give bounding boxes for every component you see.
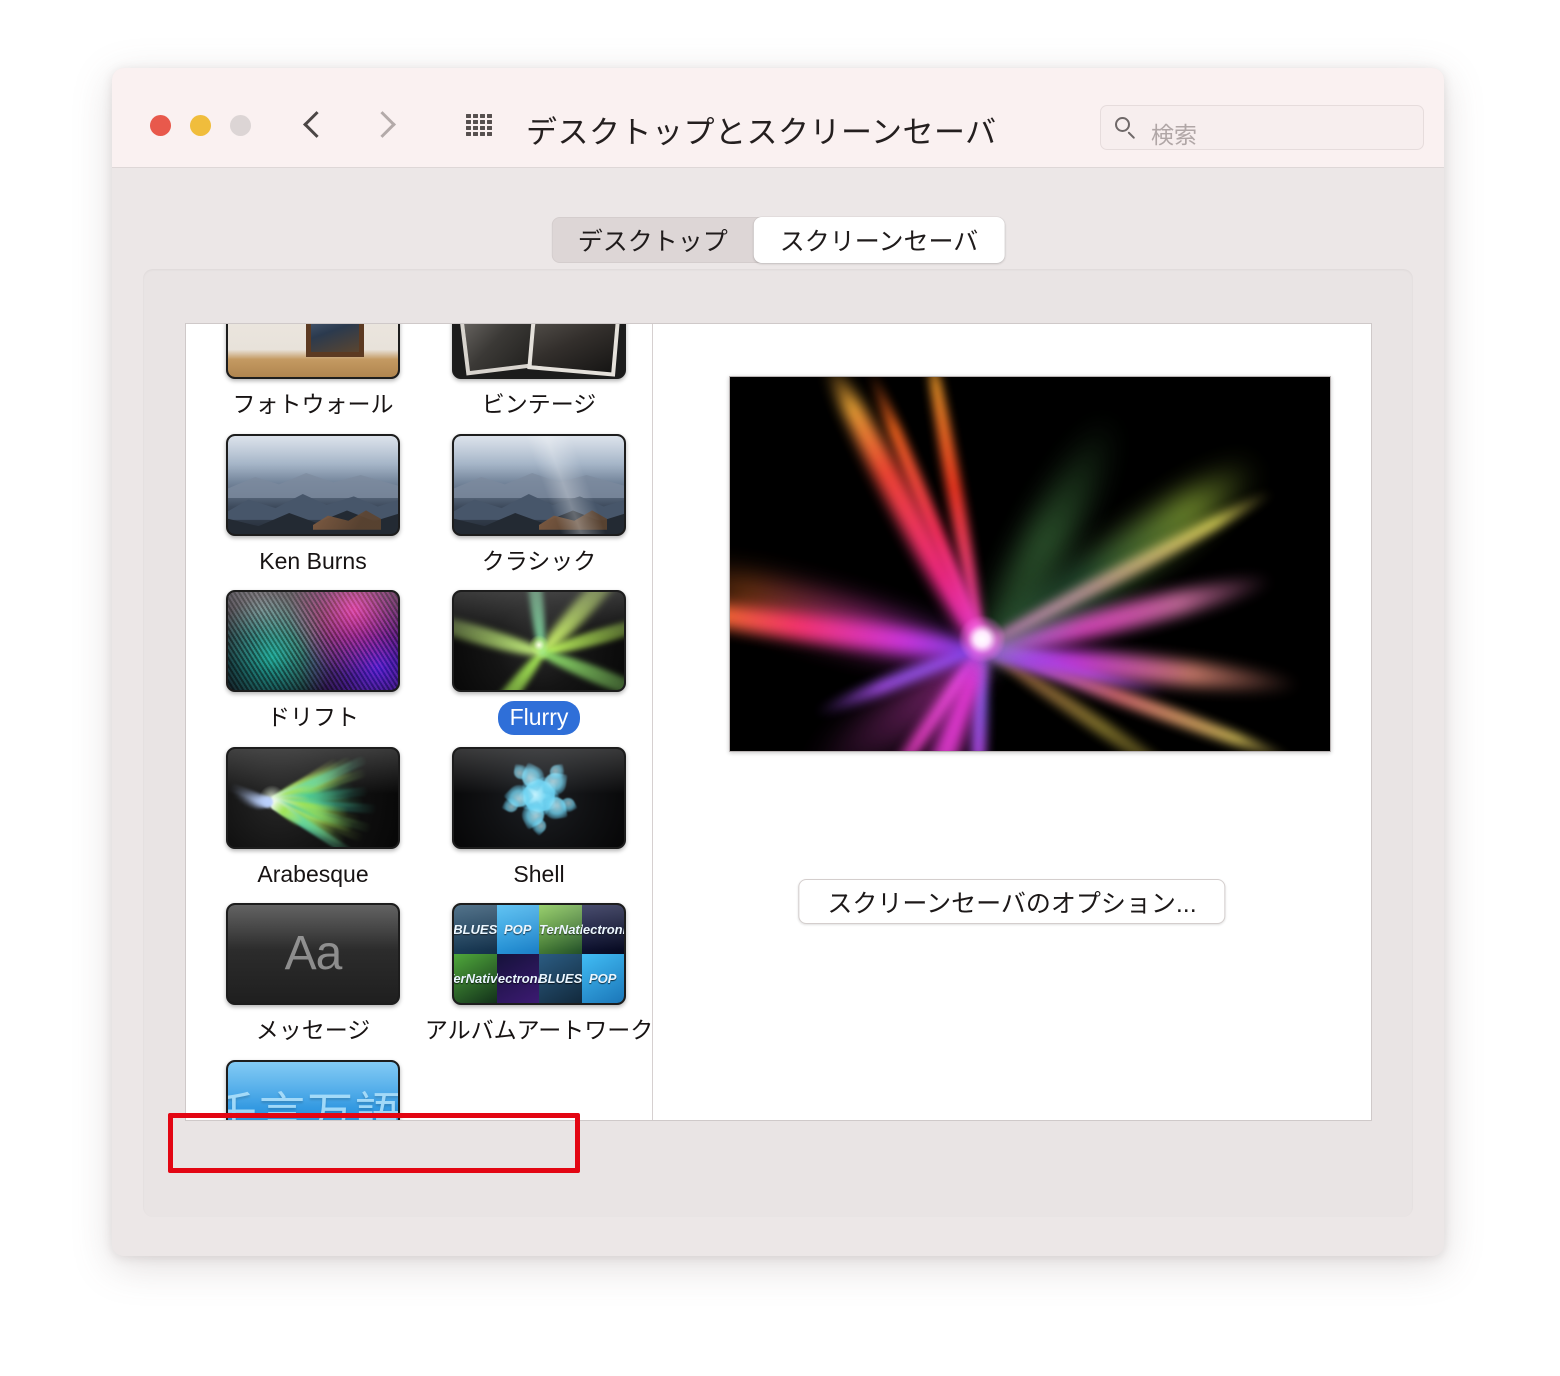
thumbnail[interactable] xyxy=(452,324,626,379)
screensaver-label: フォトウォール xyxy=(232,391,394,417)
window-body: デスクトップ スクリーンセーバ フォトウォール ビンテージ Ken Burns … xyxy=(112,168,1444,1256)
thumbnail[interactable]: BLUES POP ALTerNative electronic TerNati… xyxy=(452,903,626,1006)
thumbnail-text: Aa xyxy=(284,927,343,981)
system-preferences-window: デスクトップとスクリーンセーバ 検索 デスクトップ スクリーンセーバ フォトウォ… xyxy=(112,68,1444,1256)
checkbox-group: 時計と一緒に表示 ランダムなスクリーンセーバを使用 xyxy=(636,1253,1078,1256)
album-tile: TerNative xyxy=(454,954,497,1004)
album-tile: POP xyxy=(581,954,624,1004)
thumbnail[interactable] xyxy=(452,433,626,536)
grid-dot xyxy=(473,132,478,136)
grid-dot xyxy=(473,120,478,124)
album-tile: ALTerNative xyxy=(539,905,582,955)
grid-dot xyxy=(466,132,471,136)
screensaver-item-arabesque[interactable]: Arabesque xyxy=(200,739,426,892)
grid-dot xyxy=(466,120,471,124)
album-tile: electronic xyxy=(496,954,539,1004)
screensaver-label-selected: Flurry xyxy=(497,701,581,735)
grid-dot xyxy=(466,126,471,130)
bottom-controls: 開始までの時間: 20分 時計と一緒に表示 xyxy=(112,1217,1444,1256)
close-button[interactable] xyxy=(150,115,171,136)
screensaver-panel: フォトウォール ビンテージ Ken Burns クラシック ドリフト Flurr… xyxy=(143,269,1413,1217)
thumbnail[interactable] xyxy=(226,433,400,536)
tab-desktop[interactable]: デスクトップ xyxy=(552,217,754,263)
screensaver-label: メッセージ xyxy=(255,1017,371,1044)
flurry-core xyxy=(959,615,1005,662)
album-tile: BLUES xyxy=(539,954,582,1004)
screensaver-label: アルバムアートワーク xyxy=(424,1017,653,1044)
screensaver-label: ビンテージ xyxy=(481,391,597,417)
checkbox-row-clock[interactable]: 時計と一緒に表示 xyxy=(636,1253,1078,1256)
screensaver-item-photowall[interactable]: フォトウォール xyxy=(200,324,426,422)
screensaver-label: クラシック xyxy=(481,547,597,574)
zoom-button[interactable] xyxy=(230,115,251,136)
thumbnail[interactable] xyxy=(226,590,400,693)
thumbnail[interactable]: Aa xyxy=(226,903,400,1006)
tab-screensaver[interactable]: スクリーンセーバ xyxy=(753,217,1005,263)
flurry-ribbon xyxy=(862,377,989,650)
screensaver-item-ken-burns[interactable]: Ken Burns xyxy=(200,426,426,579)
grid-dot xyxy=(487,132,492,136)
forward-arrow-icon[interactable] xyxy=(372,106,394,144)
back-arrow-icon[interactable] xyxy=(304,106,326,144)
screensaver-label: ドリフト xyxy=(267,704,359,731)
search-field[interactable]: 検索 xyxy=(1100,105,1424,150)
screensaver-item-album-artwork[interactable]: BLUES POP ALTerNative electronic TerNati… xyxy=(425,895,652,1048)
screensaver-label: Ken Burns xyxy=(259,547,367,574)
screensaver-label: Shell xyxy=(513,860,565,887)
screensaver-item-kanji[interactable]: 千言万語 xyxy=(200,1052,426,1120)
thumbnail[interactable]: 千言万語 xyxy=(226,1059,400,1120)
grid-dot xyxy=(487,120,492,124)
grid-dot xyxy=(473,126,478,130)
grid-dot xyxy=(480,126,485,130)
thumbnail[interactable] xyxy=(226,324,400,379)
content-area: フォトウォール ビンテージ Ken Burns クラシック ドリフト Flurr… xyxy=(185,323,1372,1121)
search-icon xyxy=(1115,117,1137,140)
screensaver-item-flurry[interactable]: Flurry xyxy=(426,582,652,735)
window-title: デスクトップとスクリーンセーバ xyxy=(526,115,997,150)
grid-dot xyxy=(466,114,471,118)
minimize-button[interactable] xyxy=(190,115,211,136)
preview-pane: スクリーンセーバのオプション... xyxy=(653,324,1371,1120)
grid-dot xyxy=(480,120,485,124)
screensaver-preview xyxy=(729,376,1331,752)
tab-bar: デスクトップ スクリーンセーバ xyxy=(551,217,1005,263)
thumbnail[interactable] xyxy=(452,590,626,693)
navigation-buttons xyxy=(304,106,394,144)
album-tile: POP xyxy=(496,905,539,955)
thumbnail[interactable] xyxy=(226,746,400,849)
grid-dot xyxy=(480,132,485,136)
screensaver-options-button[interactable]: スクリーンセーバのオプション... xyxy=(798,879,1226,924)
grid-dot xyxy=(487,126,492,130)
window-titlebar: デスクトップとスクリーンセーバ 検索 xyxy=(112,68,1444,168)
screensaver-item-classic[interactable]: クラシック xyxy=(426,426,652,579)
screensaver-list[interactable]: フォトウォール ビンテージ Ken Burns クラシック ドリフト Flurr… xyxy=(186,324,653,1120)
screensaver-item-drift[interactable]: ドリフト xyxy=(200,582,426,735)
screensaver-item-message[interactable]: Aa メッセージ xyxy=(200,895,426,1048)
search-placeholder: 検索 xyxy=(1151,122,1197,148)
screensaver-item-vintage[interactable]: ビンテージ xyxy=(426,324,652,422)
screensaver-label: Arabesque xyxy=(257,860,369,887)
traffic-light-group xyxy=(150,115,251,136)
flurry-preview-art xyxy=(730,377,1330,751)
grid-dot xyxy=(480,114,485,118)
thumbnail-text: 千言万語 xyxy=(228,1087,398,1120)
grid-dot xyxy=(487,114,492,118)
thumbnail[interactable] xyxy=(452,746,626,849)
screensaver-item-shell[interactable]: Shell xyxy=(426,739,652,892)
grid-dot xyxy=(473,114,478,118)
album-tile: BLUES xyxy=(454,905,497,955)
screensaver-grid: フォトウォール ビンテージ Ken Burns クラシック ドリフト Flurr… xyxy=(186,324,652,1120)
album-tile: electronic xyxy=(581,905,624,955)
show-with-clock-label: 時計と一緒に表示 xyxy=(679,1253,879,1256)
show-all-grid-icon[interactable] xyxy=(466,114,492,136)
screenshot-root: デスクトップとスクリーンセーバ 検索 デスクトップ スクリーンセーバ フォトウォ… xyxy=(0,0,1560,1376)
